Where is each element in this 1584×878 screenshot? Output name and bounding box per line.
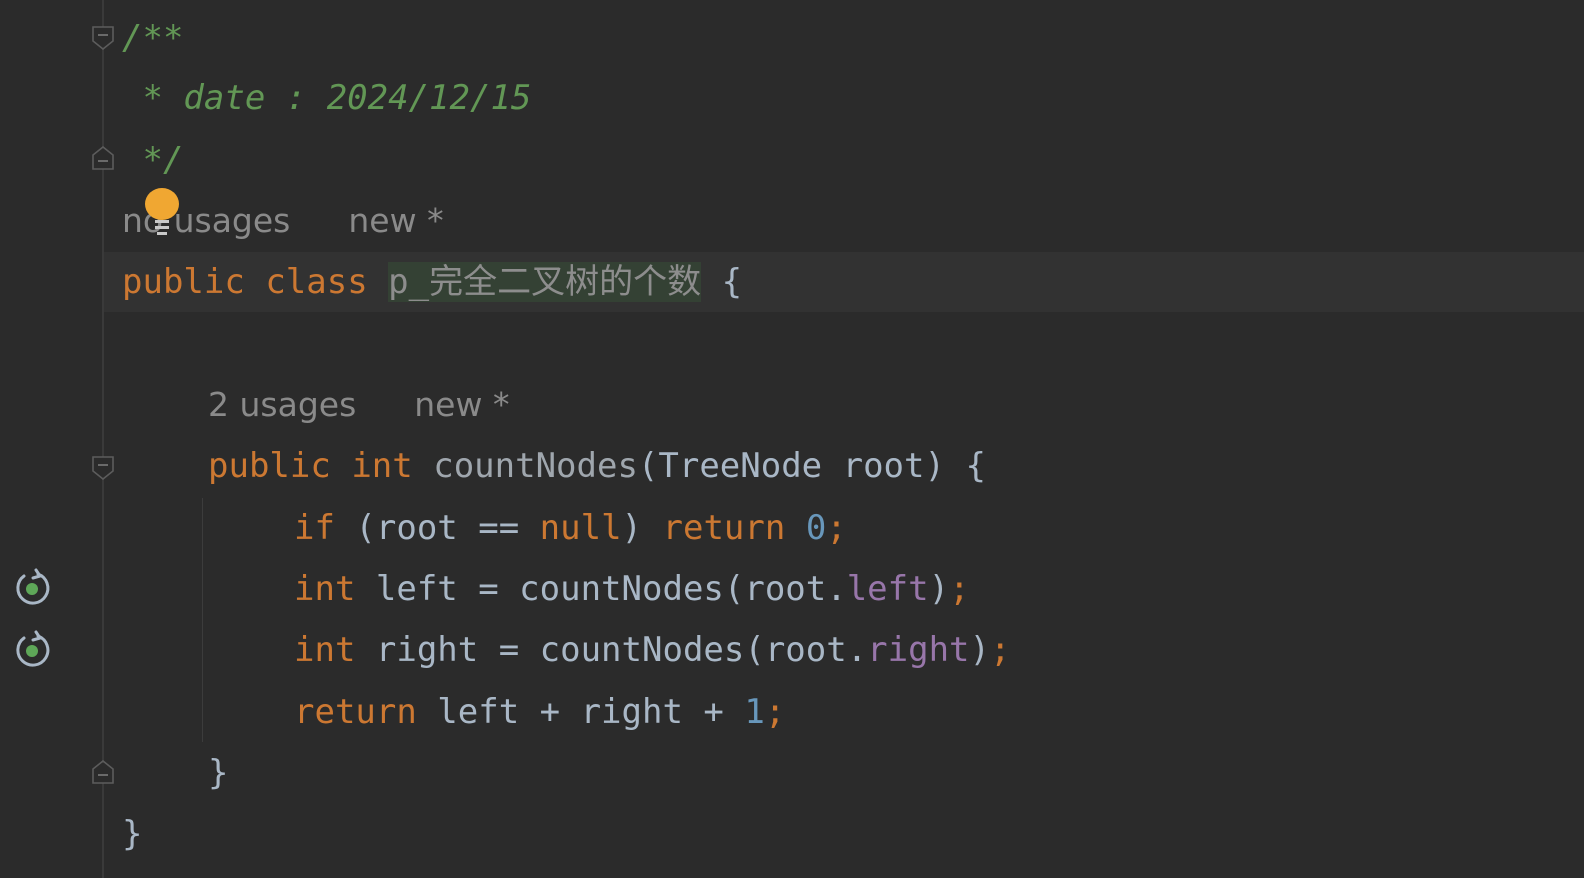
method-usage-hint[interactable]: 2 usages new * [208, 380, 509, 430]
intention-bulb-icon[interactable] [142, 186, 182, 238]
doc-comment-date: * date : 2024/12/15 [122, 78, 532, 118]
code-line-if: if (root == null) return 0; [294, 508, 847, 548]
code-line-right: int right = countNodes(root.right); [294, 630, 1011, 670]
code-line-return: return left + right + 1; [294, 692, 786, 732]
doc-comment-open: /** [122, 18, 184, 58]
field-right: right [867, 630, 970, 670]
recursive-call-icon[interactable] [12, 630, 52, 670]
method-declaration: public int countNodes(TreeNode root) { [208, 436, 986, 496]
fold-end-icon[interactable] [91, 760, 115, 784]
number-literal: 0 [805, 508, 827, 548]
code-editor[interactable]: /** * date : 2024/12/15 */ no usages new … [0, 0, 1584, 878]
class-close-brace: } [122, 814, 143, 854]
doc-comment-close: */ [122, 140, 184, 180]
keyword-return: return [662, 508, 786, 548]
fold-end-icon[interactable] [91, 146, 115, 170]
indent-guide [202, 498, 203, 742]
open-brace: { [721, 262, 743, 302]
recursive-call-icon[interactable] [12, 568, 52, 608]
keyword-public: public [122, 262, 245, 302]
method-name[interactable]: countNodes [433, 446, 638, 486]
keyword-class: class [265, 262, 368, 302]
keyword-int: int [351, 446, 413, 486]
new-hint[interactable]: new * [348, 201, 443, 240]
keyword-public: public [208, 446, 331, 486]
fold-collapse-icon[interactable] [91, 26, 115, 50]
method-params: (TreeNode root) { [637, 446, 986, 486]
keyword-return: return [294, 692, 417, 732]
keyword-if: if [294, 508, 335, 548]
new-hint[interactable]: new * [414, 385, 509, 424]
class-name[interactable]: p_完全二叉树的个数 [388, 262, 702, 302]
keyword-int: int [294, 569, 356, 609]
keyword-int: int [294, 630, 356, 670]
keyword-null: null [539, 508, 622, 548]
field-left: left [846, 569, 929, 609]
gutter-fold-line [102, 0, 104, 878]
number-literal: 1 [744, 692, 765, 732]
method-close-brace: } [208, 753, 229, 793]
class-declaration: public class p_完全二叉树的个数 { [122, 252, 742, 312]
code-line-left: int left = countNodes(root.left); [294, 569, 970, 609]
fold-collapse-icon[interactable] [91, 456, 115, 480]
usages-hint[interactable]: 2 usages [208, 385, 356, 424]
